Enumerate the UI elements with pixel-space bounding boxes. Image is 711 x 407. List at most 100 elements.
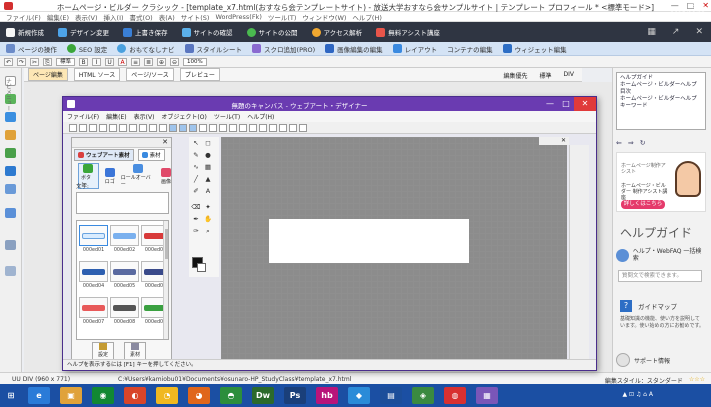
page-operation-button[interactable]: ページの操作 [6, 44, 57, 54]
layout-button[interactable]: レイアウト [392, 44, 437, 54]
d-cut-icon[interactable] [109, 123, 117, 132]
div-select[interactable]: DIV [564, 71, 575, 80]
d-new-icon[interactable] [69, 123, 77, 132]
font-color-icon[interactable]: A [118, 57, 128, 66]
taskbar-app-2-icon[interactable]: ◉ [92, 387, 114, 404]
new-button[interactable]: 新規作成 [6, 27, 44, 37]
zoom-in-icon[interactable]: ⊕ [157, 57, 167, 66]
thumb-item[interactable] [79, 261, 108, 282]
thumb-item[interactable] [79, 225, 108, 246]
polygon-tool-icon[interactable]: ▲ [203, 175, 213, 184]
omotenashi-button[interactable]: おもてなしナビ [117, 44, 175, 54]
underline-button[interactable]: U [105, 57, 115, 66]
taskbar-app-12-icon[interactable]: ◈ [412, 387, 434, 404]
tree-item-keywords[interactable]: ホームページ・ビルダーヘルプキーワード [620, 96, 702, 110]
tree-item-root[interactable]: ヘルプガイド [620, 75, 702, 82]
taskbar-clock[interactable]: 13:53 2015/06/08 [665, 3, 705, 19]
taskbar-app-9-icon[interactable]: hb [316, 387, 338, 404]
web-parts-icon[interactable] [5, 208, 16, 218]
stamp-tool-icon[interactable]: ✦ [203, 203, 213, 212]
design-canvas[interactable]: ✕ [221, 137, 569, 363]
d-view1-icon[interactable] [169, 123, 177, 132]
background-color-swatch[interactable] [197, 263, 206, 272]
zoom-select[interactable]: 100% [183, 57, 207, 66]
brush-icon[interactable] [5, 130, 16, 140]
link-icon[interactable] [5, 112, 16, 122]
help-faq-link[interactable]: ヘルプ・WebFAQ 一括検索 [616, 246, 706, 264]
d-paste-icon[interactable] [129, 123, 137, 132]
menu-edit[interactable]: 編集(E) [47, 12, 69, 22]
device-icon[interactable] [5, 240, 16, 250]
tab-preview[interactable]: プレビュー [179, 68, 220, 81]
back-icon[interactable]: ⇐ [616, 139, 622, 147]
d-delete-icon[interactable] [139, 123, 147, 132]
refresh-icon[interactable]: ↻ [640, 139, 646, 147]
d-tool5-icon[interactable] [239, 123, 247, 132]
d-tool11-icon[interactable] [299, 123, 307, 132]
designer-close-button[interactable]: ✕ [574, 97, 596, 111]
designer-menu-help[interactable]: ヘルプ(H) [247, 112, 274, 121]
taskbar-app-11-icon[interactable]: ▤ [380, 387, 402, 404]
panel-close-icon[interactable]: ✕ [162, 138, 168, 146]
scroll-thumb[interactable] [165, 229, 168, 259]
undo-icon[interactable]: ↶ [4, 57, 13, 66]
tab-html-source[interactable]: HTML ソース [73, 68, 121, 81]
taskbar-app-14-icon[interactable]: ▦ [476, 387, 498, 404]
tab-page-edit[interactable]: ページ編集 [28, 68, 68, 81]
taskbar-app-1-icon[interactable]: ▣ [60, 387, 82, 404]
d-tool4-icon[interactable] [229, 123, 237, 132]
tree-item-contents[interactable]: ホームページ・ビルダーヘルプ目次 [620, 82, 702, 96]
copy-icon[interactable]: ⎘ [43, 57, 52, 66]
type-logo[interactable]: ロゴ [104, 167, 115, 185]
ad-details-button[interactable]: 詳しくはこちら [621, 200, 665, 209]
taskbar-app-8-icon[interactable]: Ps [284, 387, 306, 404]
taskbar-app-0-icon[interactable]: e [28, 387, 50, 404]
d-save-icon[interactable] [89, 123, 97, 132]
align-center-icon[interactable]: ≣ [144, 57, 154, 66]
taskbar-app-5-icon[interactable]: ◕ [188, 387, 210, 404]
close-panel-icon[interactable]: ✕ [695, 27, 703, 37]
edit-priority-select[interactable]: 編集優先 [503, 71, 527, 80]
form-icon[interactable] [5, 184, 16, 194]
designer-maximize-button[interactable]: □ [558, 97, 574, 111]
taskbar-app-3-icon[interactable]: ◐ [124, 387, 146, 404]
d-tool1-icon[interactable] [199, 123, 207, 132]
taskbar-app-7-icon[interactable]: Dw [252, 387, 274, 404]
taskbar-app-4-icon[interactable]: ◔ [156, 387, 178, 404]
align-left-icon[interactable]: ≡ [131, 57, 141, 66]
line-tool-icon[interactable]: ╱ [191, 175, 201, 184]
taskbar-app-6-icon[interactable]: ◓ [220, 387, 242, 404]
text-tool-icon[interactable]: A [203, 187, 213, 196]
bold-button[interactable]: B [79, 57, 89, 66]
italic-button[interactable]: I [92, 57, 102, 66]
menu-insert[interactable]: 挿入(I) [104, 12, 124, 22]
forward-icon[interactable]: ⇒ [628, 139, 634, 147]
eraser-tool-icon[interactable]: ⌫ [191, 203, 201, 212]
shape-select-icon[interactable]: ◻ [203, 139, 213, 148]
d-open-icon[interactable] [79, 123, 87, 132]
tab-web-art-material[interactable]: ウェブアート素材 [74, 149, 134, 161]
designer-menu-edit[interactable]: 編集(E) [106, 112, 126, 121]
taskbar-app-10-icon[interactable]: ◆ [348, 387, 370, 404]
container-edit-button[interactable]: コンテナの編集 [447, 44, 493, 54]
zoom-out-icon[interactable]: ⊖ [170, 57, 180, 66]
designer-menu-object[interactable]: オブジェクト(O) [161, 112, 206, 121]
material-button[interactable]: 素材 [124, 342, 146, 360]
support-link[interactable]: サポート情報 [616, 352, 706, 368]
designer-menu-tools[interactable]: ツール(T) [214, 112, 240, 121]
thumbnail-scrollbar[interactable] [163, 221, 168, 339]
brush-tool-icon[interactable]: ✐ [191, 187, 201, 196]
tab-page-source[interactable]: ページ/ソース [126, 68, 174, 81]
save-button[interactable]: 上書き保存 [123, 27, 168, 37]
zoom-tool-icon[interactable]: ⌕ [203, 227, 213, 236]
d-tool6-icon[interactable] [249, 123, 257, 132]
d-tool2-icon[interactable] [209, 123, 217, 132]
type-rollover[interactable]: ロールオーバー [121, 164, 155, 188]
pen-tool-icon[interactable]: ✎ [191, 151, 201, 160]
cut-icon[interactable]: ✂ [30, 57, 39, 66]
redo-icon[interactable]: ↷ [17, 57, 26, 66]
gallery-icon[interactable] [5, 148, 16, 158]
menu-table[interactable]: 表(A) [159, 12, 175, 22]
site-check-button[interactable]: サイトの確認 [181, 27, 233, 37]
menu-view[interactable]: 表示(V) [75, 12, 98, 22]
